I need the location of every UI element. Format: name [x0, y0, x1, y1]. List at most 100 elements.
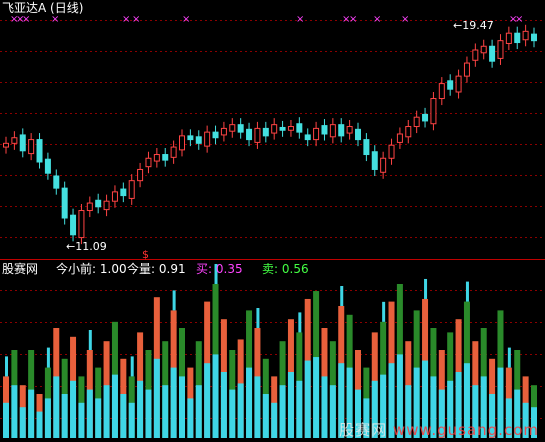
signal-markers: ××× × × × × × ×× × × ××	[10, 14, 523, 25]
signal-x-marker: ×	[296, 14, 304, 25]
candle-body	[329, 124, 336, 138]
candle-body	[28, 139, 35, 155]
watermark: 股赛网 www.gusang.com	[339, 419, 539, 440]
candle-body	[86, 202, 93, 212]
volume-bar-buy	[279, 385, 286, 438]
candle-body	[279, 126, 286, 131]
candle-body	[346, 126, 353, 134]
volume-bar-accent	[507, 347, 511, 368]
candle-body	[145, 157, 152, 168]
candle-body	[95, 199, 102, 208]
volume-bar-buy	[195, 385, 202, 438]
candle-body	[514, 32, 521, 44]
candle-body	[287, 126, 294, 131]
volume-bar-buy	[162, 385, 169, 438]
candle-body	[531, 33, 537, 42]
volume-bar-accent	[340, 286, 344, 306]
stock-chart[interactable]: ××× × × × × × ×× × × ×× $	[0, 0, 545, 442]
candle-body	[388, 144, 395, 159]
volume-bar-buy	[111, 374, 118, 438]
volume-bar-buy	[44, 398, 51, 438]
volume-bar-buy	[246, 367, 253, 438]
candle-body	[170, 146, 177, 158]
candle-body	[11, 137, 18, 144]
candle-body	[120, 188, 127, 197]
candle-body	[463, 62, 470, 77]
volume-bar-buy	[86, 389, 93, 438]
field-sell-label: 卖:	[262, 262, 279, 276]
volume-bar-accent	[382, 301, 386, 322]
volume-bar-buy	[36, 411, 43, 438]
candle-body	[455, 75, 462, 93]
candle-body	[313, 127, 320, 141]
s-signal-icon: $	[142, 248, 149, 261]
indicator-name: 股赛网	[2, 262, 39, 276]
candle-body	[422, 113, 429, 122]
volume-bar-accent	[46, 347, 50, 368]
volume-bar-buy	[28, 389, 35, 438]
volume-bar-buy	[19, 407, 26, 438]
candle-body	[53, 175, 60, 189]
candle-body	[246, 128, 253, 141]
volume-bar-buy	[53, 376, 60, 438]
candle-body	[380, 157, 387, 173]
field-buy-value: 0.35	[215, 262, 243, 276]
watermark-text: 股赛网	[339, 421, 388, 439]
candle-body	[137, 168, 144, 182]
volume-bar-accent	[298, 312, 302, 333]
volume-bar-buy	[170, 367, 177, 438]
volume-bar-buy	[153, 358, 160, 438]
volume-bar-buy	[220, 372, 227, 438]
candle-body	[204, 131, 211, 147]
volume-bar-buy	[3, 402, 9, 438]
volume-bar-buy	[254, 376, 261, 438]
candle-body	[162, 154, 169, 161]
field-jl: 今量: 0.91	[127, 262, 186, 276]
field-jl-label: 今量:	[127, 262, 156, 276]
field-jxq-value: 1.00	[99, 262, 127, 276]
candle-body	[111, 191, 118, 202]
signal-x-marker: ×	[515, 14, 523, 25]
field-jxq-label: 今小前:	[56, 262, 97, 276]
volume-bar-accent	[172, 290, 176, 311]
candle-body	[271, 124, 278, 134]
candle-body	[497, 40, 504, 59]
volume-bar-buy	[321, 376, 328, 438]
candle-body	[220, 127, 227, 136]
candle-body	[438, 83, 445, 100]
low-price-label: ←11.09	[66, 240, 107, 253]
signal-x-marker: ×	[401, 14, 409, 25]
field-jl-value: 0.91	[158, 262, 186, 276]
volume-bar-accent	[88, 330, 92, 350]
volume-bar-buy	[78, 402, 85, 438]
chart-title: 飞亚达A (日线)	[2, 1, 84, 15]
candle-body	[3, 142, 9, 148]
high-price-value: 19.47	[462, 19, 494, 32]
candle-body	[36, 139, 43, 163]
candle-body	[363, 139, 370, 156]
volume-bar-buy	[204, 363, 211, 438]
candle-body	[396, 133, 403, 143]
volume-bar-accent	[256, 308, 260, 328]
candle-body	[296, 123, 303, 133]
signal-x-marker: ×	[132, 14, 140, 25]
field-buy: 买: 0.35	[196, 262, 243, 276]
candle-body	[61, 187, 68, 219]
candle-body	[153, 154, 160, 162]
candle-body	[447, 80, 454, 90]
volume-bar-buy	[287, 372, 294, 438]
volume-bar-buy	[95, 398, 102, 438]
signal-x-marker: ×	[122, 14, 130, 25]
candle-body	[237, 124, 244, 133]
volume-bar-buy	[70, 380, 77, 438]
candle-body	[321, 125, 328, 135]
candle-body	[430, 98, 437, 125]
volume-bar-buy	[304, 360, 311, 438]
volume-bar-buy	[229, 389, 236, 438]
candlestick-series[interactable]	[3, 24, 537, 245]
volume-bar-buy	[103, 385, 110, 438]
volume-bar-buy	[128, 402, 135, 438]
candle-body	[179, 135, 185, 151]
candle-body	[338, 124, 345, 137]
volume-bar-buy	[137, 380, 144, 438]
